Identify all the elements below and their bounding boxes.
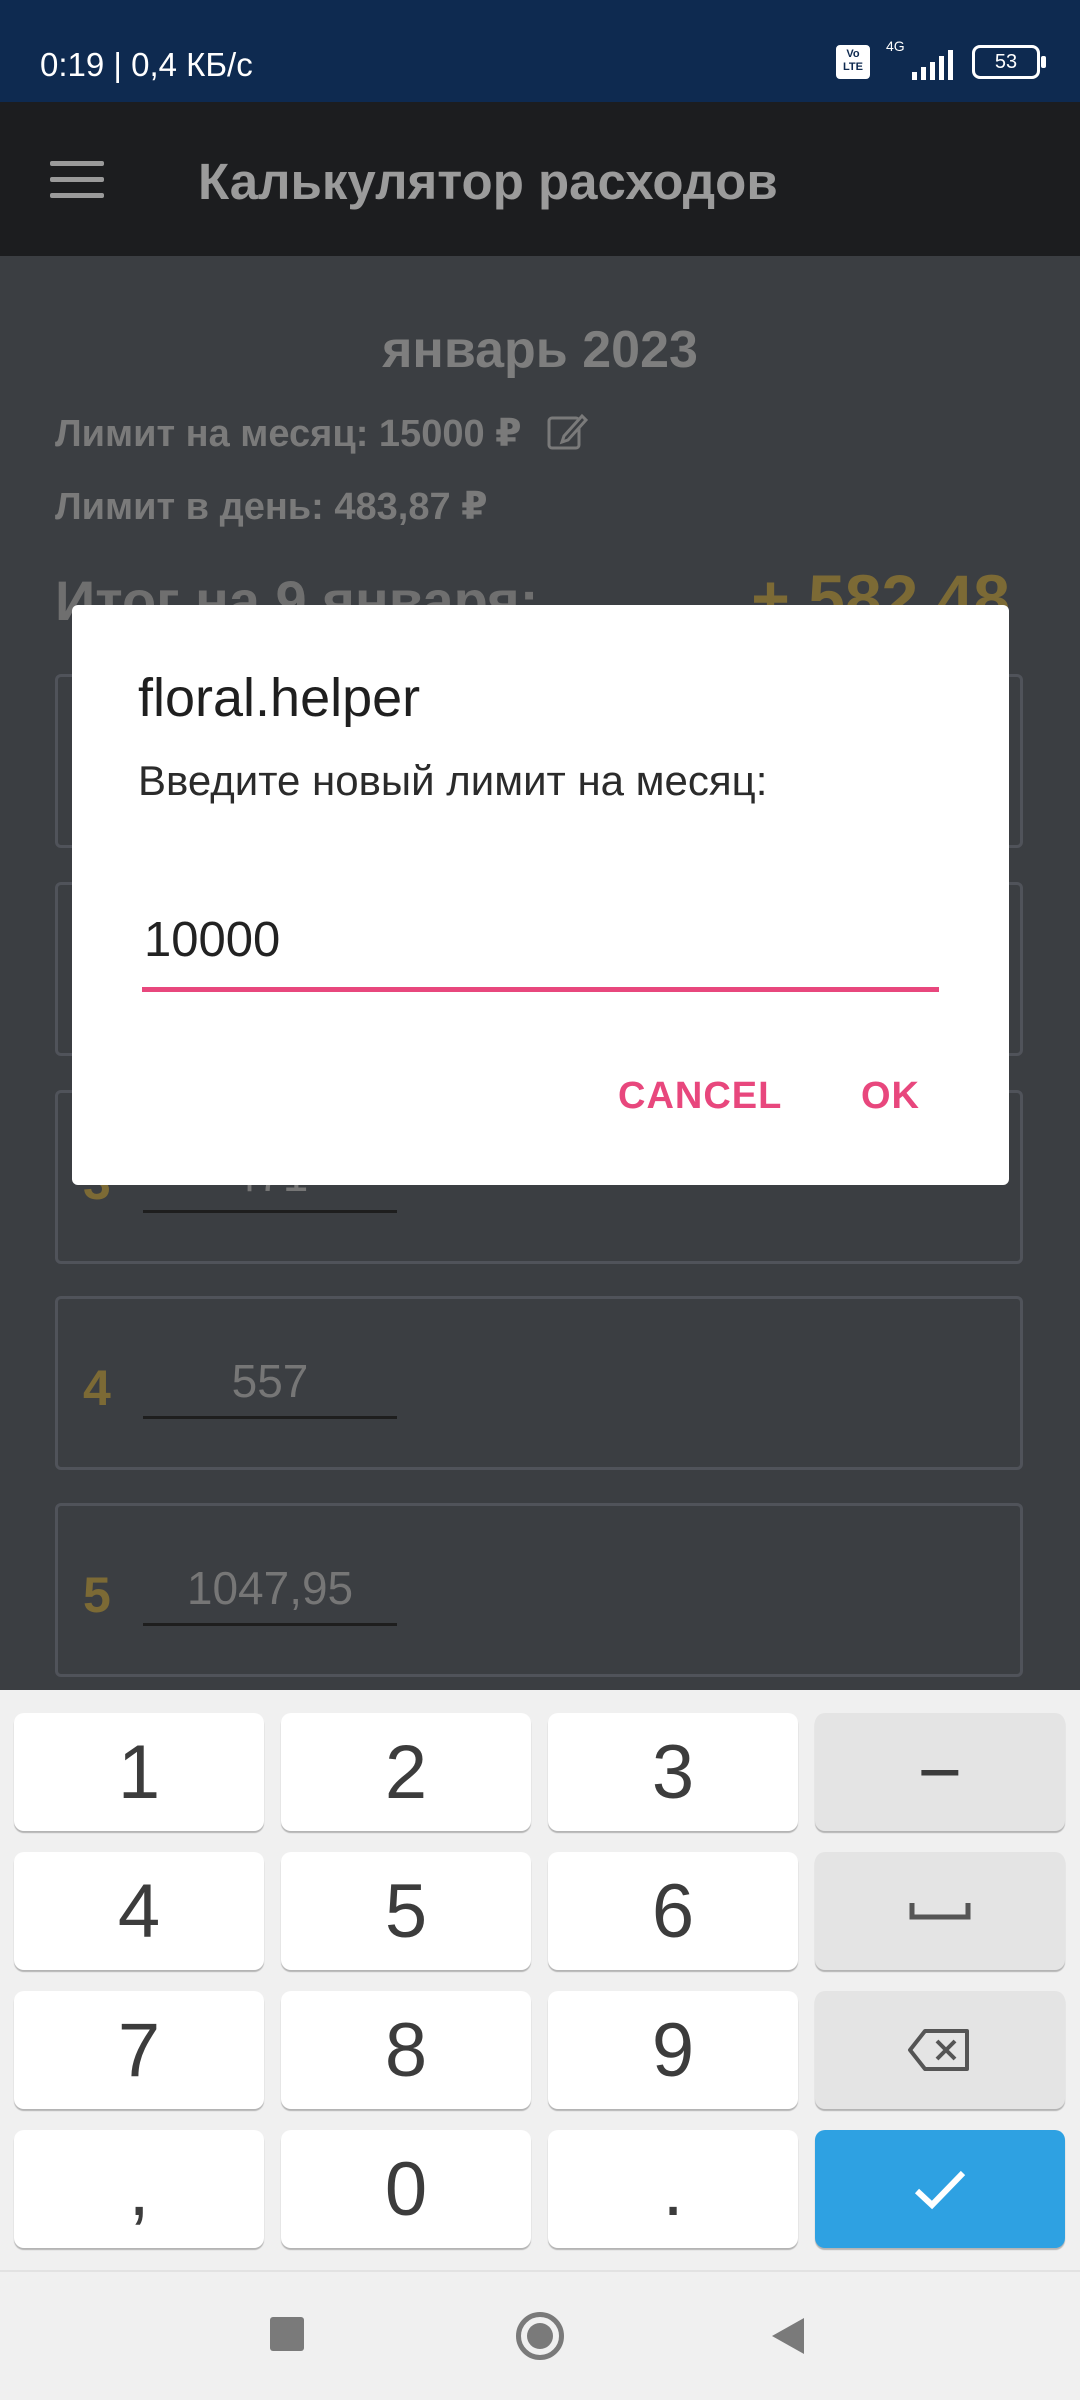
key-space[interactable]	[815, 1852, 1065, 1970]
dialog-title: floral.helper	[138, 668, 421, 728]
key-dot[interactable]: .	[548, 2130, 798, 2248]
key-2[interactable]: 2	[281, 1713, 531, 1831]
status-bar: 0:19 | 0,4 КБ/с Vo LTE 4G 53	[0, 0, 1080, 102]
menu-icon[interactable]	[50, 161, 104, 199]
edit-icon[interactable]	[546, 410, 589, 462]
key-enter[interactable]	[815, 2130, 1065, 2248]
backspace-icon	[908, 2029, 969, 2071]
limit-day-text: Лимит в день: 483,87 ₽	[55, 486, 488, 528]
key-1[interactable]: 1	[14, 1713, 264, 1831]
app-title: Калькулятор расходов	[198, 153, 778, 210]
day-card: 5 1047,95	[55, 1503, 1023, 1677]
key-0[interactable]: 0	[281, 2130, 531, 2248]
key-comma[interactable]: ,	[14, 2130, 264, 2248]
limit-dialog: floral.helper Введите новый лимит на мес…	[72, 605, 1009, 1185]
key-4[interactable]: 4	[14, 1852, 264, 1970]
home-icon[interactable]	[516, 2312, 564, 2360]
limit-input[interactable]: 10000	[142, 905, 939, 992]
ok-button[interactable]: OK	[861, 1075, 920, 1118]
network-type: 4G	[886, 38, 905, 54]
status-icons: Vo LTE 4G 53	[836, 38, 1046, 80]
battery-icon: 53	[972, 45, 1046, 79]
key-9[interactable]: 9	[548, 1991, 798, 2109]
key-6[interactable]: 6	[548, 1852, 798, 1970]
key-5[interactable]: 5	[281, 1852, 531, 1970]
space-icon	[909, 1903, 971, 1920]
key-3[interactable]: 3	[548, 1713, 798, 1831]
recents-icon[interactable]	[270, 2317, 304, 2351]
back-icon[interactable]	[770, 2316, 806, 2361]
day-amount-input[interactable]: 1047,95	[143, 1561, 397, 1626]
day-number: 4	[83, 1360, 111, 1416]
navigation-bar	[0, 2270, 1080, 2400]
dialog-message: Введите новый лимит на месяц:	[138, 757, 768, 804]
key-minus[interactable]: −	[815, 1713, 1065, 1831]
numeric-keyboard: 1 2 3 − 4 5 6 7 8 9 , 0 .	[0, 1690, 1080, 2270]
key-backspace[interactable]	[815, 1991, 1065, 2109]
app-bar: Калькулятор расходов	[0, 102, 1080, 256]
day-amount-input[interactable]: 557	[143, 1354, 397, 1419]
cancel-button[interactable]: CANCEL	[618, 1075, 782, 1118]
status-time: 0:19 | 0,4 КБ/с	[40, 46, 253, 83]
limit-month-text: Лимит на месяц: 15000 ₽	[55, 413, 522, 456]
check-icon	[914, 2170, 966, 2210]
signal-icon: 4G	[886, 38, 956, 80]
volte-icon: Vo LTE	[836, 45, 870, 79]
day-card: 4 557	[55, 1296, 1023, 1470]
month-title: январь 2023	[382, 321, 698, 379]
key-8[interactable]: 8	[281, 1991, 531, 2109]
key-7[interactable]: 7	[14, 1991, 264, 2109]
limit-month-row: Лимит на месяц: 15000 ₽	[55, 410, 589, 462]
day-number: 5	[83, 1567, 111, 1623]
